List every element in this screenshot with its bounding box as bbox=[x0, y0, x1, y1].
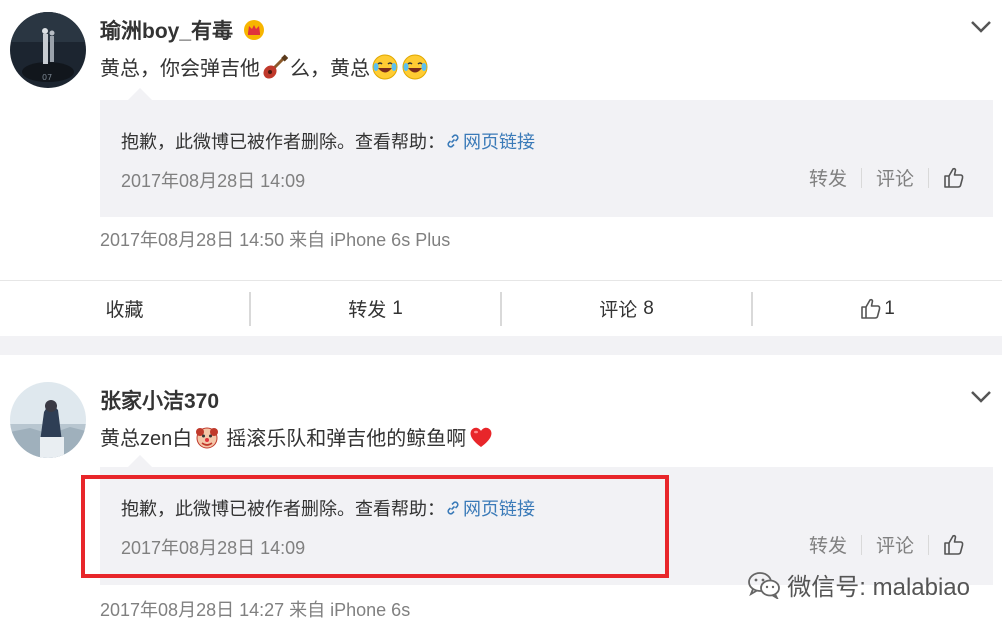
repost-actions: 转发 评论 bbox=[795, 164, 965, 191]
forward-button[interactable]: 转发 1 bbox=[251, 281, 500, 336]
post-meta: 2017年08月28日 14:50 来自 iPhone 6s Plus bbox=[100, 230, 451, 250]
guitar-emoji-icon bbox=[263, 53, 288, 79]
repost-arrow bbox=[128, 455, 152, 467]
forward-count: 1 bbox=[392, 297, 403, 319]
crown-icon bbox=[243, 20, 264, 40]
repost-like-button[interactable] bbox=[929, 534, 965, 556]
avatar[interactable] bbox=[10, 382, 86, 458]
chevron-down-icon[interactable] bbox=[970, 20, 992, 34]
wechat-icon bbox=[748, 571, 781, 599]
comment-button[interactable]: 评论 8 bbox=[502, 281, 751, 336]
thumbs-up-icon bbox=[944, 534, 964, 555]
like-count: 1 bbox=[884, 297, 895, 319]
thumbs-up-icon bbox=[944, 167, 964, 188]
repost-arrow bbox=[128, 88, 152, 100]
post-content: 黄总zen白 摇滚乐队和弹吉他的鲸鱼啊 bbox=[100, 422, 496, 451]
repost-comment-button[interactable]: 评论 bbox=[862, 531, 928, 558]
comment-count: 8 bbox=[643, 297, 654, 319]
thumbs-up-icon bbox=[861, 298, 881, 319]
weibo-post-1: 07 瑜洲boy_有毒 黄总，你会弹吉他 么，黄总 抱歉，此微博已被作者删除。查… bbox=[0, 0, 1002, 280]
repost-forward-button[interactable]: 转发 bbox=[795, 531, 861, 558]
username[interactable]: 张家小洁370 bbox=[100, 385, 219, 415]
link-icon bbox=[447, 134, 459, 148]
laugh-cry-emoji-icon bbox=[402, 54, 428, 79]
repost-like-button[interactable] bbox=[929, 167, 965, 189]
post-meta: 2017年08月28日 14:27 来自 iPhone 6s bbox=[100, 600, 411, 620]
clown-emoji-icon bbox=[196, 427, 219, 448]
avatar[interactable]: 07 bbox=[10, 12, 86, 88]
laugh-cry-emoji-icon bbox=[372, 54, 398, 79]
repost-time: 2017年08月28日 14:09 bbox=[121, 171, 306, 191]
watermark: 微信号: malabiao bbox=[747, 567, 970, 602]
like-button[interactable]: 1 bbox=[753, 281, 1002, 336]
username[interactable]: 瑜洲boy_有毒 bbox=[100, 15, 265, 45]
repost-forward-button[interactable]: 转发 bbox=[795, 164, 861, 191]
favorite-button[interactable]: 收藏 bbox=[0, 281, 249, 336]
repost-box: 抱歉，此微博已被作者删除。查看帮助： 网页链接 2017年08月28日 14:0… bbox=[100, 88, 993, 217]
chevron-down-icon[interactable] bbox=[970, 390, 992, 404]
highlight-box bbox=[81, 475, 669, 578]
repost-actions: 转发 评论 bbox=[795, 531, 965, 558]
post-content: 黄总，你会弹吉他 么，黄总 bbox=[100, 52, 430, 81]
web-link[interactable]: 网页链接 bbox=[445, 128, 535, 154]
svg-text:07: 07 bbox=[42, 73, 52, 82]
feed-gap bbox=[0, 336, 1002, 355]
repost-deleted-notice: 抱歉，此微博已被作者删除。查看帮助： 网页链接 bbox=[121, 128, 535, 154]
repost-comment-button[interactable]: 评论 bbox=[862, 164, 928, 191]
post-action-bar: 收藏 转发 1 评论 8 1 bbox=[0, 280, 1002, 336]
heart-emoji-icon bbox=[470, 427, 492, 447]
